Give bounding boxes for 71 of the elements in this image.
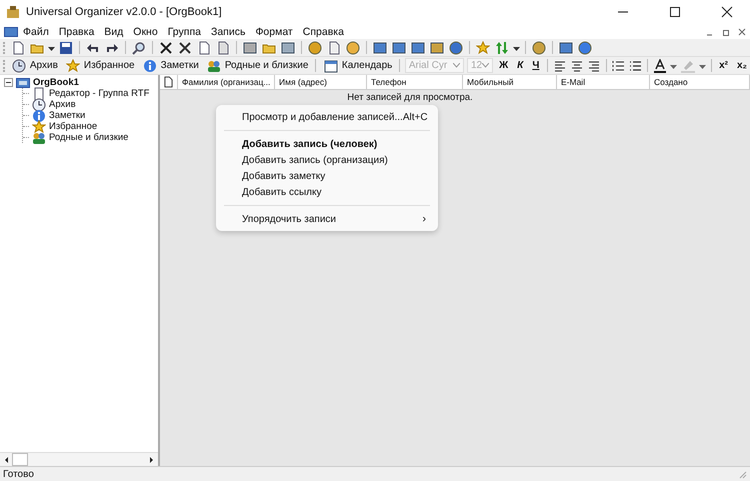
menu-item[interactable]: Группа (162, 26, 206, 38)
status-text: Готово (3, 468, 34, 480)
menu-item[interactable]: Формат (250, 26, 298, 38)
star-icon[interactable] (476, 40, 490, 54)
close-icon[interactable] (721, 6, 733, 18)
people-icon (32, 130, 46, 144)
tree-item[interactable]: Редактор - Группа RTF (49, 88, 150, 99)
menu-item[interactable]: Добавить ссылку (216, 184, 438, 200)
clock-icon (12, 58, 26, 72)
info-icon (142, 58, 157, 72)
column-header[interactable]: Создано (650, 75, 750, 89)
align-icon[interactable] (554, 60, 566, 72)
scrollbar-thumb[interactable] (12, 453, 28, 466)
toolbar-button[interactable]: Заметки (140, 58, 201, 72)
tree-item[interactable]: Заметки (49, 110, 86, 121)
script-button[interactable]: x₂ (734, 60, 750, 71)
menu-item[interactable]: Просмотр и добавление записей...Alt+C (216, 109, 438, 125)
numbered-list-icon[interactable] (612, 60, 624, 72)
tree-item[interactable]: Архив (49, 99, 76, 110)
toolbar-button[interactable]: Избранное (62, 58, 137, 72)
app-icon (6, 5, 20, 19)
tree-item[interactable]: OrgBook1 (33, 77, 79, 88)
format-button[interactable]: Ч (529, 60, 542, 71)
document-window-icon (4, 26, 18, 38)
people-icon (206, 58, 221, 72)
window-title: Universal Organizer v2.0.0 - [OrgBook1] (26, 6, 222, 18)
script-button[interactable]: x² (716, 60, 731, 71)
align-icon[interactable] (570, 60, 583, 72)
column-header[interactable]: Фамилия (организац... (178, 75, 275, 89)
column-header[interactable]: Имя (адрес) (275, 75, 367, 89)
star-icon (32, 120, 46, 134)
toolbar-button[interactable]: Календарь (320, 58, 394, 72)
menu-item[interactable]: Запись (206, 26, 250, 38)
bullet-list-icon[interactable] (629, 60, 642, 72)
tree-item[interactable]: Родные и близкие (49, 132, 128, 143)
save-icon[interactable] (59, 40, 73, 54)
chevron-down-icon (482, 63, 490, 68)
menu-item[interactable]: Окно (128, 26, 163, 38)
toolbar-button[interactable]: Родные и близкие (204, 58, 310, 72)
horizontal-scrollbar[interactable] (0, 452, 158, 466)
menu-item[interactable]: Добавить заметку (216, 168, 438, 184)
search-icon[interactable] (132, 40, 146, 54)
menu-item[interactable]: Добавить запись (организация) (216, 152, 438, 168)
cut-icon[interactable] (178, 40, 192, 54)
text-color-icon[interactable] (654, 58, 666, 72)
column-header[interactable]: Телефон (367, 75, 463, 89)
menu-item[interactable]: Справка (298, 26, 349, 38)
delete-icon[interactable] (159, 40, 173, 54)
collapse-icon[interactable] (4, 78, 13, 87)
align-icon[interactable] (588, 60, 600, 72)
maximize-icon[interactable] (669, 6, 681, 18)
menu-item[interactable]: Правка (54, 26, 100, 38)
tree-item[interactable]: Избранное (49, 121, 98, 132)
menu-item[interactable]: Файл (18, 26, 54, 38)
menu-item[interactable]: Упорядочить записи › (216, 211, 438, 227)
format-button[interactable]: К (514, 60, 526, 71)
chevron-down-icon (452, 63, 460, 68)
document-icon (32, 86, 46, 100)
toolbar-button[interactable]: Архив (8, 58, 60, 72)
calendar-icon (324, 58, 338, 72)
column-header[interactable]: E-Mail (557, 75, 650, 89)
restore-icon[interactable] (722, 28, 730, 36)
menu-item[interactable]: Вид (99, 26, 128, 38)
empty-message: Нет записей для просмотра. (346, 92, 474, 103)
resize-grip-icon[interactable] (737, 469, 747, 479)
clock-icon (32, 98, 46, 112)
info-icon (32, 108, 46, 122)
star-icon (66, 58, 80, 72)
column-header[interactable]: Мобильный (463, 75, 557, 89)
menu-item[interactable]: Добавить запись (человек) (216, 136, 438, 152)
format-button[interactable]: Ж (496, 60, 512, 71)
